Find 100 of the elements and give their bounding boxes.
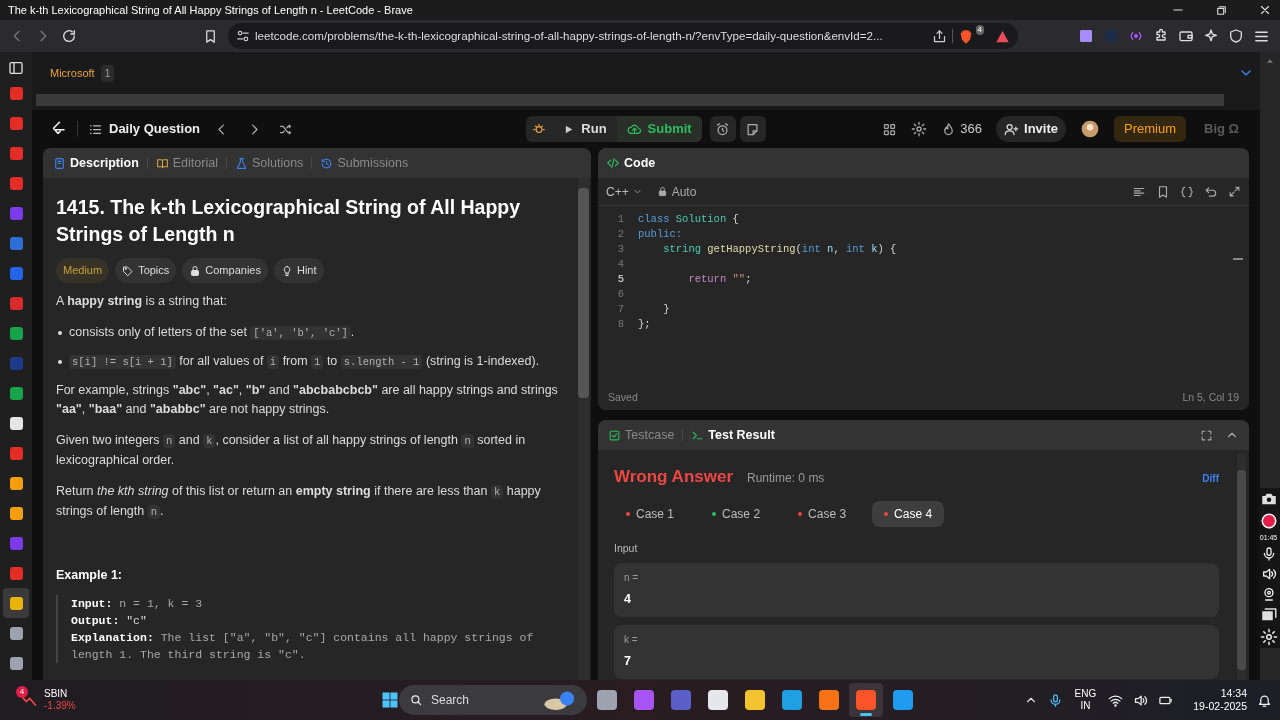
timer-button[interactable] <box>709 116 736 142</box>
paragraph: A happy string is a string that: <box>56 293 228 310</box>
braces-icon[interactable] <box>1180 184 1194 199</box>
notification-badge: 4 <box>16 686 28 698</box>
scrollbar-track[interactable] <box>578 178 589 680</box>
paragraph: For example, strings "abc", "ac", "b" and "abcbabcbcb" are all happy strings and strings "aa", "baa" and "ababbc" are not happy strings. <box>56 382 559 418</box>
panel-tab[interactable]: Description <box>53 153 139 173</box>
puzzle-icon[interactable] <box>1153 28 1169 44</box>
variable-name: n = <box>624 571 640 586</box>
stock-name: SBIN <box>44 688 69 700</box>
address-bar[interactable]: leetcode.com/problems/the-k-th-lexicographical-string-of-all-happy-strings-of-length-n/?envType=daily-question&envId=2... 4 <box>228 23 1018 49</box>
line-number: 1 <box>616 212 624 227</box>
example-heading: Example 1: <box>56 567 123 584</box>
panel-tab[interactable]: Testcase <box>608 425 675 445</box>
search-field[interactable]: Search <box>399 685 587 715</box>
history-icon <box>320 156 334 170</box>
line-number: 4 <box>616 257 624 272</box>
daily-question-button[interactable]: Daily Question <box>88 119 201 139</box>
tag-icon <box>122 264 135 277</box>
panel-tab[interactable]: Solutions <box>234 153 304 173</box>
code-line: } <box>662 302 671 317</box>
section-label: Input <box>614 540 639 556</box>
shield-icon[interactable] <box>1228 28 1244 44</box>
notification-icon[interactable] <box>1257 692 1272 708</box>
tag-chip[interactable]: Hint <box>273 258 324 283</box>
cursor-position: Ln 5, Col 19 <box>1182 390 1239 406</box>
shields-button[interactable]: 4 <box>958 25 984 47</box>
site-settings-icon[interactable] <box>236 29 250 43</box>
fullscreen-icon[interactable] <box>1200 428 1213 442</box>
tag-chip[interactable]: Topics <box>115 258 177 283</box>
bookmark-icon[interactable] <box>203 28 218 44</box>
taskbar-app[interactable] <box>849 683 883 717</box>
code-line: public: <box>638 227 684 242</box>
line-number: 3 <box>616 242 624 257</box>
difficulty-badge: Medium <box>56 258 110 283</box>
panel-tab[interactable]: Editorial <box>155 153 218 173</box>
extension-icon[interactable] <box>1078 28 1094 44</box>
case-tab[interactable]: Case 3 <box>786 500 859 527</box>
shuffle-icon[interactable] <box>278 121 294 137</box>
company-tag[interactable]: Microsoft <box>50 64 95 82</box>
wallet-icon[interactable] <box>1178 28 1194 44</box>
example-line: Output: "c" <box>71 613 148 629</box>
reload-icon[interactable] <box>61 28 77 44</box>
scrollbar-thumb[interactable] <box>578 188 589 398</box>
grid-icon[interactable] <box>882 121 898 137</box>
clock[interactable]: 14:34 19-02-2025 <box>1193 687 1247 713</box>
code-icon <box>606 156 620 170</box>
line-number: 7 <box>616 302 624 317</box>
line-number: 5 <box>616 272 624 287</box>
reset-icon[interactable] <box>1204 184 1218 199</box>
expand-icon[interactable] <box>1228 185 1241 198</box>
language-indicator[interactable]: ENG IN <box>1072 688 1099 712</box>
alarm-icon <box>715 121 731 137</box>
code-line: class Solution { <box>638 212 740 227</box>
speaker-icon[interactable] <box>1260 566 1277 582</box>
start-icon[interactable] <box>380 690 400 710</box>
case-tab[interactable]: Case 2 <box>700 500 773 527</box>
language-code: ENG <box>1074 688 1097 700</box>
language-dropdown[interactable]: C++ <box>606 182 643 201</box>
paragraph: Return the kth string of this list or return an empty string if there are less than k happy strings of length n . <box>56 483 542 521</box>
clock-date: 19-02-2025 <box>1193 700 1247 713</box>
sparkle-icon[interactable] <box>1203 28 1219 44</box>
record-icon[interactable] <box>1259 512 1278 530</box>
close-icon[interactable] <box>1258 3 1272 17</box>
case-tab[interactable]: Case 1 <box>614 500 687 527</box>
panel-tab[interactable]: Submissions <box>320 153 409 173</box>
streak-counter[interactable]: 366 <box>941 119 983 139</box>
diff-link[interactable]: Diff <box>1202 471 1219 486</box>
triangle-icon[interactable] <box>995 28 1010 44</box>
notes-button[interactable] <box>739 116 766 142</box>
horizontal-scrollbar[interactable] <box>36 94 1224 106</box>
tag-chip[interactable]: Companies <box>182 258 268 283</box>
active-indicator <box>860 713 872 716</box>
panel-title: Code <box>624 154 656 172</box>
line-number: 8 <box>616 317 624 332</box>
paragraph: Given two integers n and k , consider a list of all happy strings of length n sorted in lexicographical order. <box>56 432 527 469</box>
submit-button[interactable]: Submit <box>616 116 702 142</box>
variable-name: k = <box>624 633 639 648</box>
run-button[interactable]: Run <box>552 116 617 142</box>
scroll-marker <box>1233 258 1243 260</box>
restore-icon[interactable] <box>1215 3 1228 17</box>
panel-tab[interactable]: Test Result <box>691 425 775 445</box>
clock-time: 14:34 <box>1220 687 1247 700</box>
line-number: 2 <box>616 227 624 242</box>
settings-icon[interactable] <box>911 121 928 137</box>
avatar[interactable] <box>1080 119 1100 139</box>
url-text: leetcode.com/problems/the-k-th-lexicographical-string-of-all-happy-strings-of-length-n/?envType=daily-question&envId=2... <box>255 28 883 45</box>
bookmark-icon[interactable] <box>1156 184 1170 199</box>
list-item-text: consists only of letters of the set ['a', 'b', 'c'] . <box>69 324 355 342</box>
share-icon[interactable] <box>932 28 947 44</box>
search-placeholder: Search <box>431 692 470 709</box>
lock-icon <box>656 186 668 197</box>
premium-button[interactable]: Premium <box>1114 116 1186 142</box>
code-editor[interactable]: 1 2 3 4 5 6 7 8 class Solution { public: string getHappyString(int n, int k) { return ""; } }; <box>598 206 1249 386</box>
sidebar-panel-icon[interactable] <box>8 60 24 76</box>
sidebar-item[interactable] <box>3 588 29 618</box>
invite-button[interactable]: Invite <box>996 116 1066 142</box>
case-tab[interactable]: Case 4 <box>872 500 945 527</box>
runtime-label: Runtime: 0 ms <box>747 470 825 487</box>
lock-icon <box>189 264 202 277</box>
